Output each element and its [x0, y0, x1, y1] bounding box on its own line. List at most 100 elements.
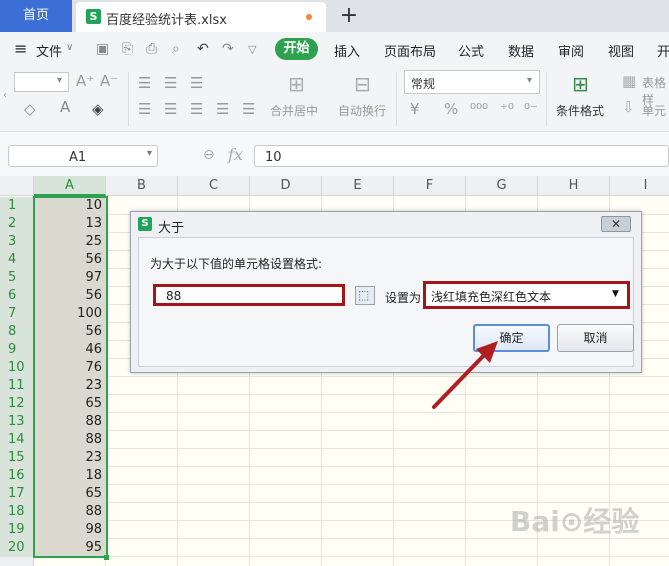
fill-color-icon[interactable]: ◇ [24, 100, 36, 118]
tab-insert[interactable]: 插入 [334, 41, 360, 60]
tab-workbook[interactable]: S 百度经验统计表.xlsx [76, 2, 326, 32]
zoom-search-icon[interactable]: ⊖ [203, 147, 215, 163]
tab-page-layout[interactable]: 页面布局 [384, 41, 436, 60]
row-header-8[interactable]: 8 [0, 323, 34, 341]
wrap-text-icon[interactable]: ⊟ [354, 72, 371, 96]
menu-file[interactable]: 文件 [36, 41, 62, 60]
chevron-down-icon: ▾ [57, 75, 63, 86]
row-header-11[interactable]: 11 [0, 377, 34, 395]
column-header-b[interactable]: B [106, 176, 178, 196]
column-header-h[interactable]: H [538, 176, 610, 196]
font-color-icon[interactable]: A [60, 98, 70, 116]
format-select[interactable]: 浅红填充色深红色文本 ▼ [423, 281, 630, 309]
chevron-down-icon[interactable]: ∨ [66, 42, 73, 53]
column-header-f[interactable]: F [394, 176, 466, 196]
row-header-17[interactable]: 17 [0, 485, 34, 503]
table-style-icon[interactable]: ▦ [622, 72, 636, 90]
cancel-button[interactable]: 取消 [557, 324, 634, 352]
row-header-12[interactable]: 12 [0, 395, 34, 413]
column-header-d[interactable]: D [250, 176, 322, 196]
column-header-a[interactable]: A [34, 176, 106, 196]
tab-data[interactable]: 数据 [508, 41, 534, 60]
decrease-decimal-icon[interactable]: ⁰⁻ [524, 100, 538, 118]
cell-style-label[interactable]: 单元 [642, 102, 666, 119]
align-bottom-icon[interactable]: ☰ [190, 74, 203, 92]
print-icon[interactable]: ⎙ [146, 41, 157, 57]
column-header-g[interactable]: G [466, 176, 538, 196]
row-header-16[interactable]: 16 [0, 467, 34, 485]
align-center-icon[interactable]: ☰ [164, 100, 177, 118]
column-header-c[interactable]: C [178, 176, 250, 196]
row-header-1[interactable]: 1 [0, 197, 34, 215]
number-format-value: 常规 [411, 77, 436, 91]
undo-icon[interactable]: ↶ [197, 41, 209, 57]
tab-home[interactable]: 首页 [0, 0, 72, 32]
merge-center-label[interactable]: 合并居中 [270, 102, 318, 119]
indent-icon[interactable]: ☰ [216, 100, 229, 118]
number-format-select[interactable]: 常规 ▾ [404, 70, 540, 94]
thousands-separator-icon[interactable]: ⁰⁰⁰ [470, 100, 488, 118]
tab-formulas[interactable]: 公式 [458, 41, 484, 60]
align-right-icon[interactable]: ☰ [190, 100, 203, 118]
chevron-down-icon[interactable]: ▾ [147, 148, 152, 159]
tab-review[interactable]: 审阅 [558, 41, 584, 60]
row-header-18[interactable]: 18 [0, 503, 34, 521]
merge-cells-icon[interactable]: ⊞ [288, 72, 305, 96]
redo-icon[interactable]: ↷ [222, 41, 234, 57]
formula-input[interactable]: 10 [254, 145, 669, 167]
column-header-e[interactable]: E [322, 176, 394, 196]
cell-style-icon[interactable]: ⇩ [622, 98, 635, 116]
align-middle-icon[interactable]: ☰ [164, 74, 177, 92]
ribbon-scroll-left-icon[interactable]: ‹ [3, 90, 7, 101]
fill-handle[interactable] [104, 555, 109, 560]
tab-view[interactable]: 视图 [608, 41, 634, 60]
eraser-icon[interactable]: ◈ [92, 100, 104, 118]
select-all-corner[interactable] [0, 176, 34, 196]
row-header-4[interactable]: 4 [0, 251, 34, 269]
row-header-15[interactable]: 15 [0, 449, 34, 467]
save-icon[interactable]: ▣ [96, 41, 109, 57]
conditional-format-icon[interactable]: ⊞ [572, 72, 589, 96]
print-preview-icon[interactable]: ⌕ [172, 41, 180, 57]
fx-icon[interactable]: fx [228, 145, 243, 164]
plus-icon[interactable]: + [338, 2, 360, 30]
threshold-input[interactable]: 88 [153, 284, 345, 306]
row-header-13[interactable]: 13 [0, 413, 34, 431]
wrap-text-label[interactable]: 自动换行 [338, 102, 386, 119]
row-header-6[interactable]: 6 [0, 287, 34, 305]
increase-font-icon[interactable]: A⁺ [76, 72, 94, 90]
increase-decimal-icon[interactable]: ⁺⁰ [500, 100, 514, 118]
grid-row-line [34, 430, 669, 431]
conditional-format-label[interactable]: 条件格式 [556, 102, 604, 119]
row-header-20[interactable]: 20 [0, 539, 34, 557]
row-header-2[interactable]: 2 [0, 215, 34, 233]
align-left-icon[interactable]: ☰ [138, 100, 151, 118]
name-box[interactable]: A1 ▾ [8, 145, 158, 167]
row-header-14[interactable]: 14 [0, 431, 34, 449]
grid-row-line [34, 394, 669, 395]
decrease-font-icon[interactable]: A⁻ [100, 72, 118, 90]
distribute-icon[interactable]: ☰ [242, 100, 255, 118]
row-header-5[interactable]: 5 [0, 269, 34, 287]
row-header-10[interactable]: 10 [0, 359, 34, 377]
row-header-19[interactable]: 19 [0, 521, 34, 539]
tab-start[interactable]: 开始 [275, 38, 318, 60]
customize-dropdown-icon[interactable]: ▽ [248, 43, 256, 56]
dialog-titlebar[interactable]: S 大于 ✕ [131, 212, 641, 236]
export-icon[interactable]: ⎘ [122, 41, 133, 57]
hamburger-menu-icon[interactable]: ≡ [14, 39, 27, 58]
row-header-7[interactable]: 7 [0, 305, 34, 323]
column-header-i[interactable]: I [610, 176, 669, 196]
range-select-button[interactable]: ⬚ [355, 286, 375, 305]
row-header-9[interactable]: 9 [0, 341, 34, 359]
close-button[interactable]: ✕ [601, 216, 631, 232]
percent-icon[interactable]: % [444, 100, 458, 118]
tab-more[interactable]: 开 [657, 41, 669, 60]
row-header-3[interactable]: 3 [0, 233, 34, 251]
currency-icon[interactable]: ¥ [410, 100, 420, 118]
row-header-partial[interactable] [0, 557, 34, 566]
align-top-icon[interactable]: ☰ [138, 74, 151, 92]
greater-than-dialog: S 大于 ✕ 为大于以下值的单元格设置格式: 88 ⬚ 设置为 浅红填充色深红色… [130, 211, 642, 373]
chevron-down-icon: ▼ [612, 289, 619, 299]
font-size-select[interactable]: ▾ [14, 72, 69, 92]
